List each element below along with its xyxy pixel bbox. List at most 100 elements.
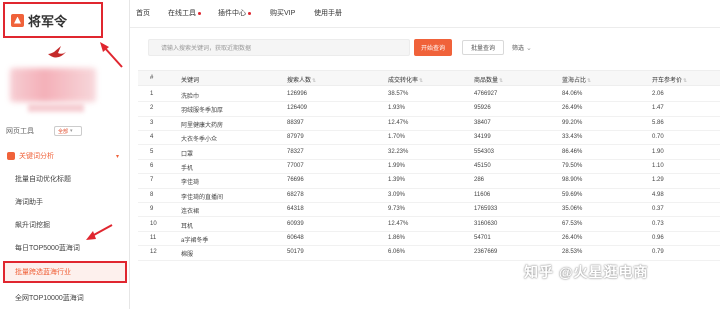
- batch-query-button[interactable]: 批量查询: [462, 40, 504, 55]
- sort-icon: ⇅: [587, 78, 592, 84]
- sidebar-item-rising-words[interactable]: 飙升词挖掘: [3, 214, 127, 236]
- sort-icon: ⇅: [683, 78, 688, 84]
- menu-group-keyword-analysis[interactable]: 关键词分析 ▾: [3, 148, 129, 164]
- cell-conversion: 9.73%: [388, 206, 406, 213]
- sidebar-item-word-helper[interactable]: 海词助手: [3, 191, 127, 213]
- cell-products: 54701: [474, 235, 491, 241]
- cell-blue-ocean: 59.69%: [562, 191, 583, 198]
- nav-online-tools[interactable]: 在线工具: [168, 8, 201, 18]
- cell-products: 554303: [474, 148, 495, 155]
- cell-blue-ocean: 67.53%: [562, 220, 583, 227]
- search-button[interactable]: 开始查询: [414, 39, 452, 56]
- cell-keyword: 李佳琦的直播间: [181, 194, 224, 201]
- cell-keyword: a字裙冬季: [181, 238, 209, 244]
- cell-index: 4: [150, 134, 154, 141]
- nav-home[interactable]: 首页: [136, 8, 150, 18]
- cell-bid-price: 0.79: [652, 249, 664, 256]
- cell-conversion: 3.09%: [388, 191, 406, 198]
- cell-conversion: 1.39%: [388, 177, 406, 184]
- col-header-searchers[interactable]: 搜索人数⇅: [287, 75, 316, 84]
- cell-conversion: 1.86%: [388, 235, 406, 241]
- cell-bid-price: 5.86: [652, 119, 664, 126]
- tools-select[interactable]: 全部: [54, 126, 82, 136]
- cell-blue-ocean: 86.46%: [562, 148, 583, 155]
- cell-bid-price: 2.06: [652, 91, 664, 97]
- cell-blue-ocean: 35.06%: [562, 206, 583, 213]
- cell-keyword: 棉服: [181, 252, 194, 259]
- cell-bid-price: 1.10: [652, 163, 664, 169]
- cell-searchers: 126996: [287, 91, 308, 97]
- cell-searchers: 126409: [287, 105, 308, 112]
- cell-searchers: 76696: [287, 177, 304, 184]
- cell-bid-price: 0.70: [652, 134, 664, 141]
- col-header-bid-price[interactable]: 开车参考价⇅: [652, 75, 687, 84]
- filter-button[interactable]: 筛选: [512, 40, 542, 55]
- table-row[interactable]: 6 手机 77007 1.99% 45150 79.50% 1.10: [138, 160, 720, 175]
- cell-bid-price: 4.98: [652, 191, 664, 198]
- cell-searchers: 68278: [287, 191, 304, 198]
- cell-keyword: 口罩: [181, 151, 194, 158]
- cell-index: 12: [150, 249, 157, 256]
- table-row[interactable]: 1 洗脸巾 126996 38.57% 4766927 84.06% 2.06: [138, 88, 720, 103]
- notification-dot: [198, 11, 201, 15]
- col-header-products[interactable]: 商品数量⇅: [474, 75, 503, 84]
- table-row[interactable]: 12 棉服 50179 6.06% 2367669 28.53% 0.79: [138, 246, 720, 261]
- nav-manual[interactable]: 使用手册: [314, 8, 342, 18]
- cell-searchers: 50179: [287, 249, 304, 256]
- cell-products: 45150: [474, 163, 491, 169]
- nav-label: 首页: [136, 10, 150, 17]
- table-row[interactable]: 5 口罩 78327 32.23% 554303 86.46% 1.90: [138, 146, 720, 160]
- table-row[interactable]: 2 羽绒服冬季加厚 126409 1.93% 95926 26.49% 1.47: [138, 102, 720, 117]
- menu-group-label: 关键词分析: [19, 153, 54, 160]
- table-row[interactable]: 10 耳机 60939 12.47% 3160630 67.53% 0.73: [138, 218, 720, 232]
- cell-bid-price: 0.73: [652, 220, 664, 227]
- cell-products: 2367669: [474, 249, 498, 256]
- sort-icon: ⇅: [312, 78, 317, 84]
- cell-keyword: 耳机: [181, 223, 194, 230]
- user-info-blurred: [10, 68, 96, 102]
- cell-bid-price: 0.96: [652, 235, 664, 241]
- sidebar-item-blue-ocean-industry[interactable]: 批量跨选蓝海行业: [3, 261, 127, 283]
- nav-label: 在线工具: [168, 10, 196, 17]
- table-row[interactable]: 9 连衣裙 64318 9.73% 1765933 35.06% 0.37: [138, 203, 720, 218]
- avatar[interactable]: [44, 42, 70, 62]
- cell-index: 6: [150, 163, 154, 169]
- cell-blue-ocean: 33.43%: [562, 134, 583, 141]
- watermark: 知乎 @火星逛电商: [524, 264, 649, 280]
- sidebar: 将军令 网页工具 全部 关键词分析 ▾ 批量自动优化标题 海词助手 飙升词挖掘 …: [0, 0, 130, 309]
- nav-buy-vip[interactable]: 购买VIP: [270, 8, 295, 18]
- sidebar-item-top10000[interactable]: 全网TOP10000蓝海词: [3, 287, 127, 309]
- col-header-blue-ocean[interactable]: 蓝海占比⇅: [562, 75, 591, 84]
- nav-plugin-center[interactable]: 插件中心: [218, 8, 251, 18]
- cell-searchers: 88397: [287, 119, 304, 126]
- table-row[interactable]: 8 李佳琦的直播间 68278 3.09% 11606 59.69% 4.98: [138, 189, 720, 203]
- cell-index: 9: [150, 206, 154, 213]
- cell-searchers: 60939: [287, 220, 304, 227]
- cell-searchers: 60648: [287, 235, 304, 241]
- cell-index: 11: [150, 235, 157, 241]
- search-input[interactable]: 请输入搜索关键词，获取近期数据: [148, 39, 410, 56]
- cell-products: 3160630: [474, 220, 498, 227]
- cell-blue-ocean: 98.90%: [562, 177, 583, 184]
- cell-index: 10: [150, 220, 157, 227]
- table-row[interactable]: 4 大衣冬季小众 87979 1.70% 34199 33.43% 0.70: [138, 131, 720, 146]
- cell-bid-price: 1.47: [652, 105, 664, 112]
- table-row[interactable]: 7 李佳琦 76696 1.39% 286 98.90% 1.29: [138, 174, 720, 189]
- col-header-conversion[interactable]: 成交转化率⇅: [388, 75, 423, 84]
- cell-searchers: 64318: [287, 206, 304, 213]
- sidebar-item-daily-top5000[interactable]: 每日TOP5000蓝海词: [3, 237, 127, 259]
- col-header-keyword[interactable]: 关键词: [181, 75, 199, 84]
- cell-bid-price: 1.90: [652, 148, 664, 155]
- logo[interactable]: 将军令: [3, 2, 103, 38]
- cell-conversion: 1.93%: [388, 105, 406, 112]
- table-row[interactable]: 11 a字裙冬季 60648 1.86% 54701 26.40% 0.96: [138, 232, 720, 247]
- sort-icon: ⇅: [419, 78, 424, 84]
- col-header-label: 搜索人数: [287, 78, 312, 84]
- cell-conversion: 38.57%: [388, 91, 409, 97]
- cell-blue-ocean: 26.40%: [562, 235, 583, 241]
- cell-products: 95926: [474, 105, 491, 112]
- sidebar-item-auto-title[interactable]: 批量自动优化标题: [3, 168, 127, 190]
- nav-label: 插件中心: [218, 10, 246, 17]
- table-row[interactable]: 3 阿里健康大药房 88397 12.47% 38407 99.20% 5.86: [138, 117, 720, 131]
- cell-products: 38407: [474, 119, 491, 126]
